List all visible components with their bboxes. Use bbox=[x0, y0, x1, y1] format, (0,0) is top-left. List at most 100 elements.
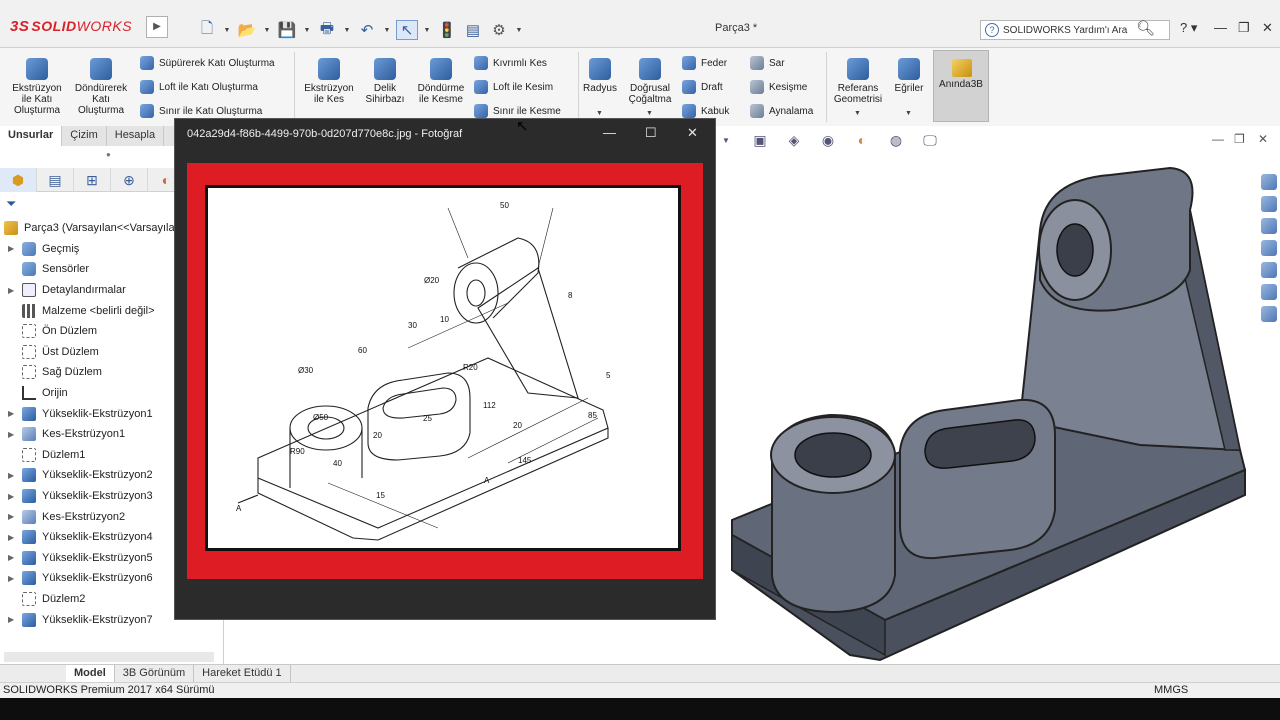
draft-button[interactable]: Draft bbox=[682, 80, 723, 94]
dim-label: A bbox=[484, 476, 490, 485]
panel-collapse-icon[interactable]: ● bbox=[106, 150, 111, 159]
custom-properties-icon[interactable] bbox=[1261, 284, 1277, 300]
chevron-down-icon[interactable]: ▼ bbox=[905, 110, 912, 117]
swept-cut-button[interactable]: Kıvrımlı Kes bbox=[474, 56, 547, 70]
tab-model[interactable]: Model bbox=[66, 665, 115, 682]
chevron-down-icon[interactable]: ▼ bbox=[382, 20, 392, 40]
dimxpert-icon[interactable]: ⊕ bbox=[111, 168, 148, 192]
close-button[interactable]: ✕ bbox=[687, 125, 698, 141]
viewport-close-icon[interactable]: ✕ bbox=[1258, 132, 1268, 146]
filter-icon[interactable]: ⏷ bbox=[6, 196, 16, 212]
boundary-boss-button[interactable]: Sınır ile Katı Oluşturma bbox=[140, 104, 262, 118]
tree-scrollbar[interactable] bbox=[4, 652, 214, 662]
chevron-down-icon[interactable]: ▼ bbox=[646, 110, 653, 117]
scene-icon[interactable]: ◍ bbox=[886, 132, 906, 148]
instant3d-button[interactable]: Anında3B bbox=[933, 50, 989, 122]
loft-cut-button[interactable]: Loft ile Kesim bbox=[474, 80, 553, 94]
fillet-button[interactable]: Radyus bbox=[582, 58, 618, 94]
revolve-cut-button[interactable]: Döndürme ile Kesme bbox=[414, 58, 468, 105]
gear-icon[interactable]: ⚙ bbox=[488, 20, 510, 40]
chevron-down-icon[interactable]: ▼ bbox=[342, 20, 352, 40]
solidworks-logo[interactable]: 3S SOLIDWORKS bbox=[10, 18, 132, 35]
extrude-cut-button[interactable]: Ekstrüzyon ile Kes bbox=[300, 58, 358, 105]
wrap-button[interactable]: Sar bbox=[750, 56, 785, 70]
appearance-icon[interactable]: ◐ bbox=[852, 132, 872, 148]
sweep-boss-button[interactable]: Süpürerek Katı Oluşturma bbox=[140, 56, 275, 70]
tab-motion-study[interactable]: Hareket Etüdü 1 bbox=[194, 665, 291, 682]
expand-arrow-icon[interactable]: ▶ bbox=[8, 512, 18, 521]
new-document-icon[interactable]: 🗋 bbox=[196, 20, 218, 40]
tab-evaluate[interactable]: Hesapla bbox=[107, 126, 165, 146]
view-settings-icon[interactable]: 🖵 bbox=[920, 132, 940, 148]
feature-manager-icon[interactable]: ⬢ bbox=[0, 168, 37, 192]
part-3d-model[interactable] bbox=[720, 150, 1260, 670]
units-selector[interactable]: MMGS bbox=[1154, 683, 1188, 698]
open-folder-icon[interactable]: 📂 bbox=[236, 20, 258, 40]
intersect-button[interactable]: Kesişme bbox=[750, 80, 807, 94]
print-icon[interactable]: 🖶 bbox=[316, 20, 338, 40]
expand-arrow-icon[interactable]: ▶ bbox=[8, 471, 18, 480]
property-manager-icon[interactable]: ▤ bbox=[37, 168, 74, 192]
menu-expand-icon[interactable]: ▶ bbox=[146, 16, 168, 38]
extrude-boss-button[interactable]: Ekstrüzyon ile Katı Oluşturma bbox=[8, 58, 66, 116]
feat-icon bbox=[22, 550, 36, 565]
chevron-down-icon[interactable]: ▼ bbox=[596, 110, 603, 117]
expand-arrow-icon[interactable]: ▶ bbox=[8, 553, 18, 562]
tree-item-label: Sağ Düzlem bbox=[42, 366, 102, 379]
chevron-down-icon[interactable]: ▼ bbox=[302, 20, 312, 40]
tab-features[interactable]: Unsurlar bbox=[0, 126, 63, 146]
help-menu-icon[interactable]: ? ▾ bbox=[1180, 20, 1197, 36]
loft-boss-button[interactable]: Loft ile Katı Oluşturma bbox=[140, 80, 258, 94]
linear-pattern-button[interactable]: Doğrusal Çoğaltma bbox=[624, 58, 676, 105]
chevron-down-icon[interactable]: ▼ bbox=[716, 132, 736, 148]
file-properties-icon[interactable]: ▤ bbox=[462, 20, 484, 40]
chevron-down-icon[interactable]: ▼ bbox=[514, 20, 524, 40]
maximize-button[interactable]: ☐ bbox=[645, 125, 657, 141]
chevron-down-icon[interactable]: ▼ bbox=[222, 20, 232, 40]
tree-item-label: Yükseklik-Ekstrüzyon1 bbox=[42, 407, 153, 420]
hide-show-icon[interactable]: ◉ bbox=[818, 132, 838, 148]
reference-geometry-button[interactable]: Referans Geometrisi bbox=[832, 58, 884, 105]
curves-button[interactable]: Eğriler bbox=[890, 58, 928, 94]
design-library-icon[interactable] bbox=[1261, 196, 1277, 212]
viewport-minimize-icon[interactable]: — bbox=[1212, 132, 1224, 146]
search-icon[interactable]: 🔍︎ bbox=[1136, 19, 1155, 37]
expand-arrow-icon[interactable]: ▶ bbox=[8, 533, 18, 542]
tab-3d-views[interactable]: 3B Görünüm bbox=[115, 665, 195, 682]
chevron-down-icon[interactable]: ▼ bbox=[854, 110, 861, 117]
select-pointer-icon[interactable]: ↖ bbox=[396, 20, 418, 40]
expand-arrow-icon[interactable]: ▶ bbox=[8, 574, 18, 583]
forum-icon[interactable] bbox=[1261, 306, 1277, 322]
display-style-icon[interactable]: ◈ bbox=[784, 132, 804, 148]
expand-arrow-icon[interactable]: ▶ bbox=[8, 286, 18, 295]
undo-icon[interactable]: ↶ bbox=[356, 20, 378, 40]
chevron-down-icon[interactable]: ▼ bbox=[262, 20, 272, 40]
tab-sketch[interactable]: Çizim bbox=[62, 126, 107, 146]
viewport-restore-icon[interactable]: ❐ bbox=[1234, 132, 1245, 146]
file-explorer-icon[interactable] bbox=[1261, 218, 1277, 234]
hole-wizard-button[interactable]: Delik Sihirbazı bbox=[360, 58, 410, 105]
appearances-icon[interactable] bbox=[1261, 262, 1277, 278]
rebuild-icon[interactable]: 🚦 bbox=[436, 20, 458, 40]
solidworks-resources-icon[interactable] bbox=[1261, 174, 1277, 190]
save-icon[interactable]: 💾 bbox=[276, 20, 298, 40]
photo-viewer-window[interactable]: 042a29d4-f86b-4499-970b-0d207d770e8c.jpg… bbox=[174, 118, 716, 620]
minimize-icon[interactable]: — bbox=[1214, 20, 1227, 35]
expand-arrow-icon[interactable]: ▶ bbox=[8, 492, 18, 501]
mirror-button[interactable]: Aynalama bbox=[750, 104, 813, 118]
expand-arrow-icon[interactable]: ▶ bbox=[8, 409, 18, 418]
expand-arrow-icon[interactable]: ▶ bbox=[8, 244, 18, 253]
close-icon[interactable]: ✕ bbox=[1262, 20, 1273, 36]
expand-arrow-icon[interactable]: ▶ bbox=[8, 430, 18, 439]
boundary-cut-button[interactable]: Sınır ile Kesme bbox=[474, 104, 561, 118]
restore-icon[interactable]: ❐ bbox=[1238, 20, 1250, 36]
view-palette-icon[interactable] bbox=[1261, 240, 1277, 256]
expand-arrow-icon[interactable]: ▶ bbox=[8, 615, 18, 624]
shell-button[interactable]: Kabuk bbox=[682, 104, 729, 118]
view-orientation-icon[interactable]: ▣ bbox=[750, 132, 770, 148]
chevron-down-icon[interactable]: ▼ bbox=[422, 20, 432, 40]
revolve-boss-button[interactable]: Döndürerek Katı Oluşturma bbox=[72, 58, 130, 116]
configuration-manager-icon[interactable]: ⊞ bbox=[74, 168, 111, 192]
minimize-button[interactable]: — bbox=[603, 125, 616, 140]
rib-button[interactable]: Feder bbox=[682, 56, 727, 70]
